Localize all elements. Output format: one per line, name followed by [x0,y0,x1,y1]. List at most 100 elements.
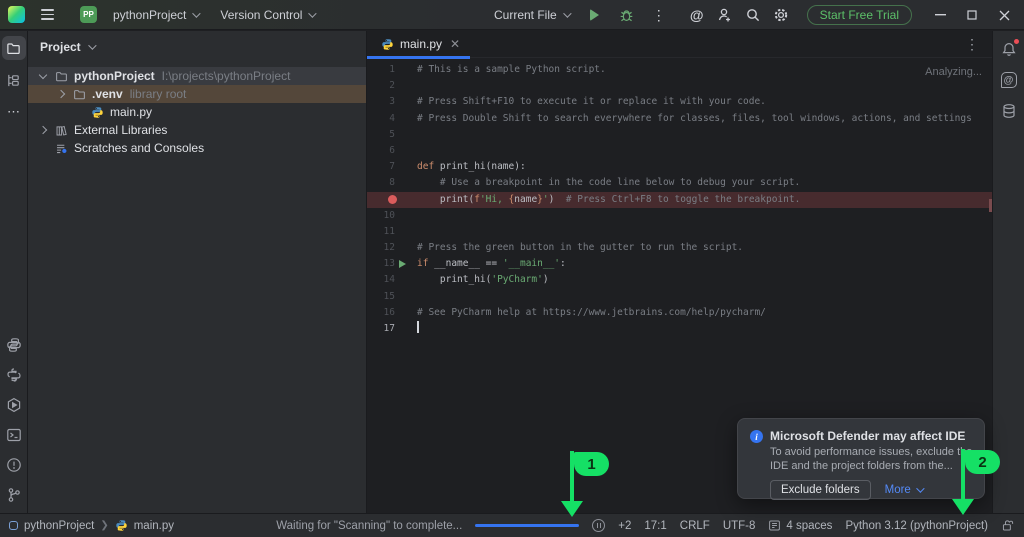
code-line[interactable]: 4# Press Double Shift to search everywhe… [367,111,992,127]
window-maximize-button[interactable] [958,0,986,30]
window-close-button[interactable] [990,0,1018,30]
chevron-down-icon [309,9,317,17]
code-line[interactable]: 8 # Use a breakpoint in the code line be… [367,175,992,191]
tab-options-button[interactable]: ⋮ [960,32,984,56]
line-ending-widget[interactable]: CRLF [680,520,710,532]
code-line[interactable]: 3# Press Shift+F10 to execute it or repl… [367,94,992,110]
tree-item-label: Scratches and Consoles [74,141,204,155]
database-tool-window-button[interactable] [997,99,1021,123]
pycharm-window: PP pythonProject Version Control Current… [0,0,1024,537]
more-tasks-count[interactable]: +2 [618,520,631,532]
line-number[interactable]: 17 [367,321,395,337]
chevron-down-icon[interactable] [39,70,47,78]
chevron-right-icon[interactable] [39,126,47,134]
breadcrumb-file[interactable]: main.py [134,520,174,532]
run-configuration-selector[interactable]: Current File [488,4,575,26]
code-line[interactable]: 15 [367,289,992,305]
code-line[interactable]: 2 [367,78,992,94]
encoding-widget[interactable]: UTF-8 [723,520,756,532]
line-number[interactable]: 7 [367,159,395,175]
ai-assistant-icon[interactable]: @ [685,3,709,27]
folder-icon [72,87,87,101]
scratches-icon [54,141,69,155]
more-link[interactable]: More [885,484,922,496]
structure-tool-window-button[interactable] [2,68,26,92]
code-line[interactable]: 10 [367,208,992,224]
line-number[interactable]: 10 [367,208,395,224]
unlocked-icon[interactable] [1001,519,1014,532]
code-line[interactable]: 5 [367,127,992,143]
line-number[interactable]: 1 [367,62,395,78]
chevron-right-icon[interactable] [57,90,65,98]
version-control-tool-window-button[interactable] [2,483,26,507]
line-number[interactable]: 14 [367,272,395,288]
code-with-me-icon[interactable] [713,3,737,27]
code-line[interactable]: 12# Press the green button in the gutter… [367,240,992,256]
tree-item[interactable]: main.py [28,103,366,121]
left-tool-strip: ⋯ [0,31,28,513]
start-free-trial-button[interactable]: Start Free Trial [807,5,912,25]
pause-task-button[interactable] [592,519,605,532]
analyzing-status: Analyzing... [925,66,982,78]
code-text: # This is a sample Python script. [410,62,606,78]
python-packages-tool-window-button[interactable] [2,333,26,357]
line-number[interactable]: 12 [367,240,395,256]
interpreter-widget[interactable]: Python 3.12 (pythonProject) [845,520,988,532]
terminal-tool-window-button[interactable] [2,423,26,447]
tree-item[interactable]: .venvlibrary root [28,85,366,103]
code-line[interactable]: 1 # This is a sample Python script. [367,62,992,78]
code-line[interactable]: 16 # See PyCharm help at https://www.jetb… [367,305,992,321]
tree-spacer [40,145,46,151]
project-selector[interactable]: pythonProject [107,4,204,26]
indent-widget[interactable]: 4 spaces [786,520,832,532]
annotation-label-2: 2 [965,450,1000,474]
code-line[interactable]: 11 [367,224,992,240]
tab-close-icon[interactable]: ✕ [450,37,460,51]
code-line[interactable]: 6 [367,143,992,159]
problems-tool-window-button[interactable] [2,453,26,477]
breakpoint-icon[interactable] [388,195,397,204]
line-number[interactable]: 11 [367,224,395,240]
project-panel-header[interactable]: Project [28,31,366,62]
more-actions-button[interactable]: ⋮ [647,3,671,27]
background-task-progress-bar[interactable] [475,524,579,527]
run-line-icon[interactable] [399,260,406,268]
code-line[interactable]: 14 print_hi('PyCharm') [367,272,992,288]
line-number[interactable]: 13 [367,256,395,272]
cursor-position-widget[interactable]: 17:1 [644,520,666,532]
breadcrumb-project[interactable]: pythonProject [24,520,94,532]
code-text: # See PyCharm help at https://www.jetbra… [410,305,766,321]
tree-item[interactable]: External Libraries [28,121,366,139]
settings-gear-icon[interactable] [769,3,793,27]
code-line[interactable]: 17 [367,321,992,337]
line-number[interactable]: 6 [367,143,395,159]
main-menu-button[interactable] [35,5,60,24]
debug-button[interactable] [615,3,639,27]
services-tool-window-button[interactable] [2,393,26,417]
window-minimize-button[interactable] [926,0,954,30]
line-number[interactable]: 8 [367,175,395,191]
line-number[interactable]: 16 [367,305,395,321]
code-line[interactable]: 13if __name__ == '__main__': [367,256,992,272]
line-number[interactable]: 3 [367,94,395,110]
exclude-folders-button[interactable]: Exclude folders [770,480,871,500]
tree-item[interactable]: pythonProjectI:\projects\pythonProject [28,67,366,85]
code-line[interactable]: 7def print_hi(name): [367,159,992,175]
python-console-tool-window-button[interactable] [2,363,26,387]
line-number[interactable]: 2 [367,78,395,94]
more-tool-windows-button[interactable]: ⋯ [2,100,26,124]
line-number[interactable]: 15 [367,289,395,305]
chevron-down-icon [916,484,924,492]
line-number[interactable]: 5 [367,127,395,143]
annotation-label-1: 1 [574,452,609,476]
tree-item[interactable]: Scratches and Consoles [28,139,366,157]
tab-main-py[interactable]: main.py ✕ [367,31,470,58]
ai-assistant-tool-window-button[interactable]: @ [997,68,1021,92]
search-icon[interactable] [741,3,765,27]
notifications-bell-button[interactable] [997,37,1021,61]
run-button[interactable] [583,3,607,27]
line-number[interactable]: 4 [367,111,395,127]
code-line[interactable]: print(f'Hi, {name}') # Press Ctrl+F8 to … [367,192,992,208]
project-tool-window-button[interactable] [2,36,26,60]
version-control-menu[interactable]: Version Control [214,4,320,26]
